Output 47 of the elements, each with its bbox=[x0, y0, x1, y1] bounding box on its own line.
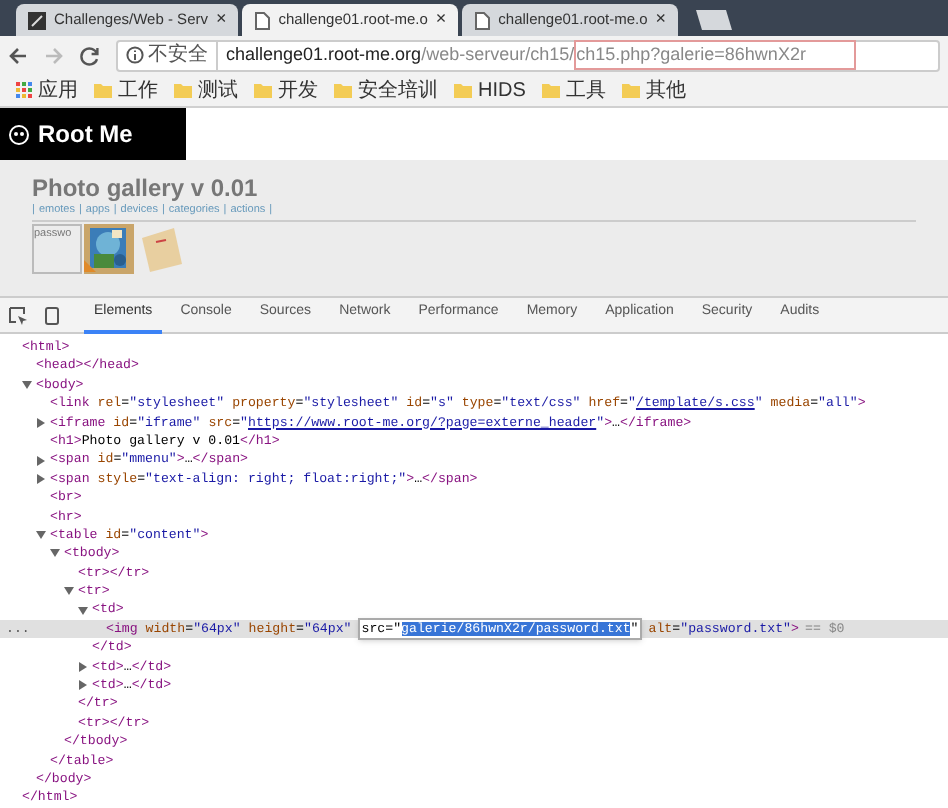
bookmark-item[interactable]: 开发 bbox=[254, 75, 318, 105]
collapsed-triangle-icon[interactable] bbox=[78, 661, 88, 672]
close-icon[interactable]: × bbox=[215, 6, 227, 34]
folder-icon bbox=[541, 82, 560, 98]
collapsed-triangle-icon[interactable] bbox=[36, 455, 46, 466]
bookmark-item[interactable]: 应用 bbox=[16, 75, 78, 105]
close-icon[interactable]: × bbox=[435, 6, 447, 34]
inspect-icon bbox=[8, 305, 28, 325]
address-field[interactable]: 不安全 challenge01.root-me.org/web-serveur/ch15/ch15.php?galerie=86hwnX2r bbox=[116, 39, 940, 71]
security-label: 不安全 bbox=[148, 40, 218, 70]
new-tab-icon bbox=[690, 8, 735, 32]
bookmark-item[interactable]: 其他 bbox=[621, 75, 686, 105]
device-icon bbox=[44, 305, 60, 325]
apps-icon bbox=[16, 82, 32, 98]
folder-icon bbox=[334, 82, 352, 98]
folder-icon bbox=[454, 82, 472, 98]
forward-icon bbox=[44, 45, 64, 65]
expanded-triangle-icon[interactable] bbox=[78, 605, 88, 616]
envelope-icon bbox=[136, 224, 186, 274]
back-icon bbox=[8, 45, 28, 65]
expanded-triangle-icon[interactable] bbox=[50, 548, 60, 559]
logo[interactable]: Root Me bbox=[0, 108, 186, 160]
site-icon bbox=[28, 11, 46, 29]
url-text: challenge01.root-me.org/web-serveur/ch15/ bbox=[226, 41, 575, 68]
collapsed-triangle-icon[interactable] bbox=[78, 680, 88, 691]
page-icon bbox=[254, 11, 271, 29]
expanded-triangle-icon[interactable] bbox=[22, 379, 32, 390]
page-title: Photo gallery v 0.01 bbox=[32, 172, 260, 202]
expanded-triangle-icon[interactable] bbox=[64, 586, 74, 597]
collapsed-triangle-icon[interactable] bbox=[36, 473, 46, 484]
info-icon bbox=[126, 46, 144, 64]
expanded-triangle-icon[interactable] bbox=[36, 530, 46, 541]
folder-icon bbox=[174, 82, 192, 98]
bookmark-item[interactable]: 测试 bbox=[174, 75, 238, 105]
bookmark-item[interactable]: 安全培训 bbox=[334, 75, 438, 105]
url-highlight: ch15.php?galerie=86hwnX2r bbox=[574, 39, 856, 71]
close-icon[interactable]: × bbox=[655, 6, 667, 34]
folder-icon bbox=[94, 82, 112, 98]
collapsed-triangle-icon[interactable] bbox=[36, 417, 46, 428]
folder-icon bbox=[621, 82, 640, 98]
logo-text: Root Me bbox=[38, 118, 133, 152]
bookmark-item[interactable]: 工作 bbox=[94, 75, 158, 105]
folder-icon bbox=[254, 82, 272, 98]
page-icon bbox=[474, 11, 491, 29]
bookmark-item[interactable]: HIDS bbox=[454, 75, 526, 105]
bookmark-item[interactable]: 工具 bbox=[541, 75, 606, 105]
reload-icon bbox=[80, 45, 100, 65]
